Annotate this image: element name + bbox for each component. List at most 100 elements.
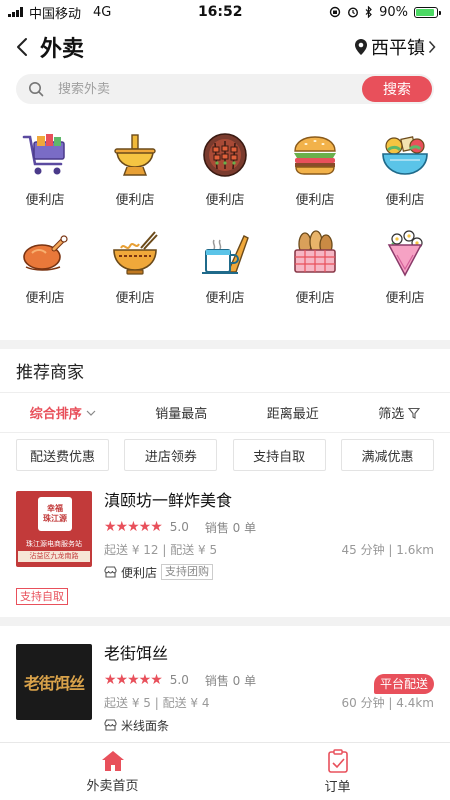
hotpot-icon bbox=[110, 130, 160, 180]
shop-card[interactable]: 老街饵丝 老街饵丝 ★★★★★ 5.0 销售 0 单 起送 ¥ 5 | 配送 ¥… bbox=[0, 644, 450, 734]
pickup-tag-row: 支持自取 bbox=[0, 581, 450, 605]
header: 外卖 西平镇 bbox=[0, 24, 450, 70]
sort-label: 距离最近 bbox=[266, 407, 319, 422]
battery-percent: 90% bbox=[379, 4, 408, 20]
category-label: 便利店 bbox=[115, 193, 155, 208]
status-left: 中国移动 4G bbox=[8, 3, 111, 22]
shop-logo: 幸福 珠江源 珠江源电商服务站 沾益区九龙南路 bbox=[16, 491, 92, 567]
logo-caption: 珠江源电商服务站 bbox=[26, 540, 82, 548]
price-row: 起送 ¥ 5 | 配送 ¥ 4 60 分钟 | 4.4km bbox=[104, 694, 434, 710]
category-label: 便利店 bbox=[25, 193, 65, 208]
shop-info: 滇颐坊一鲜炸美食 ★★★★★ 5.0 销售 0 单 起送 ¥ 12 | 配送 ¥… bbox=[104, 491, 434, 581]
shop-divider bbox=[0, 617, 450, 626]
category-label: 便利店 bbox=[205, 291, 245, 306]
signal-icon bbox=[8, 7, 23, 17]
delivery-info: 60 分钟 | 4.4km bbox=[341, 696, 434, 710]
battery-fill bbox=[415, 8, 434, 16]
status-time: 16:52 bbox=[197, 4, 243, 20]
category-item-noodles[interactable]: 便利店 bbox=[90, 228, 180, 326]
category-grid: 便利店 便利店 便利店 便利店 便利店 便利店 便利店 便利店 便利店 便利店 bbox=[0, 104, 450, 326]
rating-row: ★★★★★ 5.0 销售 0 单 bbox=[104, 519, 434, 535]
shop-card[interactable]: 幸福 珠江源 珠江源电商服务站 沾益区九龙南路 滇颐坊一鲜炸美食 ★★★★★ 5… bbox=[0, 491, 450, 581]
nav-home[interactable]: 外卖首页 bbox=[0, 743, 225, 800]
location-label: 西平镇 bbox=[371, 38, 425, 59]
group-buy-tag: 支持团购 bbox=[161, 564, 214, 580]
chip-delivery-discount[interactable]: 配送费优惠 bbox=[16, 439, 109, 471]
orientation-lock-icon bbox=[329, 6, 341, 18]
shop-logo: 老街饵丝 bbox=[16, 644, 92, 720]
filter-chips: 配送费优惠 进店领券 支持自取 满减优惠 bbox=[0, 433, 450, 471]
battery-icon bbox=[413, 6, 441, 18]
category-item-tea[interactable]: 便利店 bbox=[180, 228, 270, 326]
shop-category: 便利店 bbox=[121, 565, 158, 580]
bluetooth-icon bbox=[365, 6, 372, 18]
noodle-bowl-icon bbox=[110, 228, 160, 278]
chevron-right-icon bbox=[428, 40, 436, 54]
shop-icon bbox=[104, 719, 117, 731]
category-label: 便利店 bbox=[295, 291, 335, 306]
logo-caption: 沾益区九龙南路 bbox=[18, 551, 90, 562]
platform-delivery-badge: 平台配送 bbox=[373, 674, 434, 694]
star-rating-icon: ★★★★★ bbox=[104, 672, 163, 688]
nav-label: 订单 bbox=[324, 779, 351, 795]
category-item-hotpot[interactable]: 便利店 bbox=[90, 130, 180, 228]
search-row: 搜索 bbox=[0, 70, 450, 104]
category-label: 便利店 bbox=[385, 291, 425, 306]
sort-sales[interactable]: 销量最高 bbox=[155, 403, 207, 422]
category-label: 便利店 bbox=[205, 193, 245, 208]
category-item-flowers[interactable]: 便利店 bbox=[360, 228, 450, 326]
nav-orders[interactable]: 订单 bbox=[225, 743, 450, 800]
sales-count: 销售 0 单 bbox=[204, 673, 257, 688]
filter-icon bbox=[408, 407, 421, 419]
rating-value: 5.0 bbox=[169, 520, 189, 534]
category-item-skewers[interactable]: 便利店 bbox=[180, 130, 270, 228]
chip-coupon[interactable]: 进店领券 bbox=[124, 439, 218, 471]
category-item-burger[interactable]: 便利店 bbox=[270, 130, 360, 228]
chevron-left-icon[interactable] bbox=[16, 37, 28, 57]
shop-name: 滇颐坊一鲜炸美食 bbox=[104, 491, 233, 510]
header-left: 外卖 bbox=[16, 31, 84, 63]
category-label: 便利店 bbox=[25, 291, 65, 306]
pickup-tag: 支持自取 bbox=[16, 588, 68, 605]
category-label: 便利店 bbox=[115, 291, 155, 306]
search-button[interactable]: 搜索 bbox=[362, 76, 432, 102]
location-pin-icon bbox=[355, 39, 367, 55]
status-bar: 中国移动 4G 16:52 90% bbox=[0, 0, 450, 24]
burger-icon bbox=[290, 130, 340, 180]
category-label: 便利店 bbox=[295, 193, 335, 208]
home-icon bbox=[101, 750, 124, 771]
category-item-chicken[interactable]: 便利店 bbox=[0, 228, 90, 326]
sort-filter[interactable]: 筛选 bbox=[378, 403, 421, 422]
sort-label: 综合排序 bbox=[29, 407, 82, 422]
sort-bar: 综合排序 销量最高 距离最近 筛选 bbox=[0, 393, 450, 433]
sort-comprehensive[interactable]: 综合排序 bbox=[30, 403, 96, 422]
category-item-bread[interactable]: 便利店 bbox=[270, 228, 360, 326]
tea-cup-icon bbox=[200, 228, 250, 278]
search-bar: 搜索 bbox=[16, 74, 434, 104]
location-selector[interactable]: 西平镇 bbox=[354, 34, 436, 60]
price-info: 起送 ¥ 12 | 配送 ¥ 5 bbox=[104, 543, 218, 557]
shop-icon bbox=[104, 566, 117, 578]
star-rating-icon: ★★★★★ bbox=[104, 519, 163, 535]
chevron-down-icon bbox=[86, 410, 96, 416]
carrier-label: 中国移动 bbox=[29, 6, 82, 22]
category-item-salad[interactable]: 便利店 bbox=[360, 130, 450, 228]
tag-row: 米线面条 bbox=[104, 716, 434, 734]
nav-label: 外卖首页 bbox=[86, 778, 139, 794]
flower-bouquet-icon bbox=[380, 228, 430, 278]
logo-text: 幸福 bbox=[47, 504, 63, 513]
search-input[interactable] bbox=[58, 81, 258, 97]
sales-count: 销售 0 单 bbox=[204, 520, 257, 535]
sort-distance[interactable]: 距离最近 bbox=[267, 403, 319, 422]
search-left bbox=[28, 81, 258, 97]
order-clipboard-icon bbox=[327, 748, 348, 773]
sort-label: 销量最高 bbox=[155, 407, 208, 422]
salad-bowl-icon bbox=[380, 130, 430, 180]
logo-emblem: 幸福 珠江源 bbox=[38, 497, 72, 531]
chip-discount[interactable]: 满减优惠 bbox=[340, 439, 434, 471]
category-item-cart[interactable]: 便利店 bbox=[0, 130, 90, 228]
roast-chicken-icon bbox=[20, 228, 70, 278]
shop-name: 老街饵丝 bbox=[104, 644, 169, 663]
tag-row: 便利店 支持团购 bbox=[104, 563, 434, 581]
chip-pickup[interactable]: 支持自取 bbox=[232, 439, 326, 471]
